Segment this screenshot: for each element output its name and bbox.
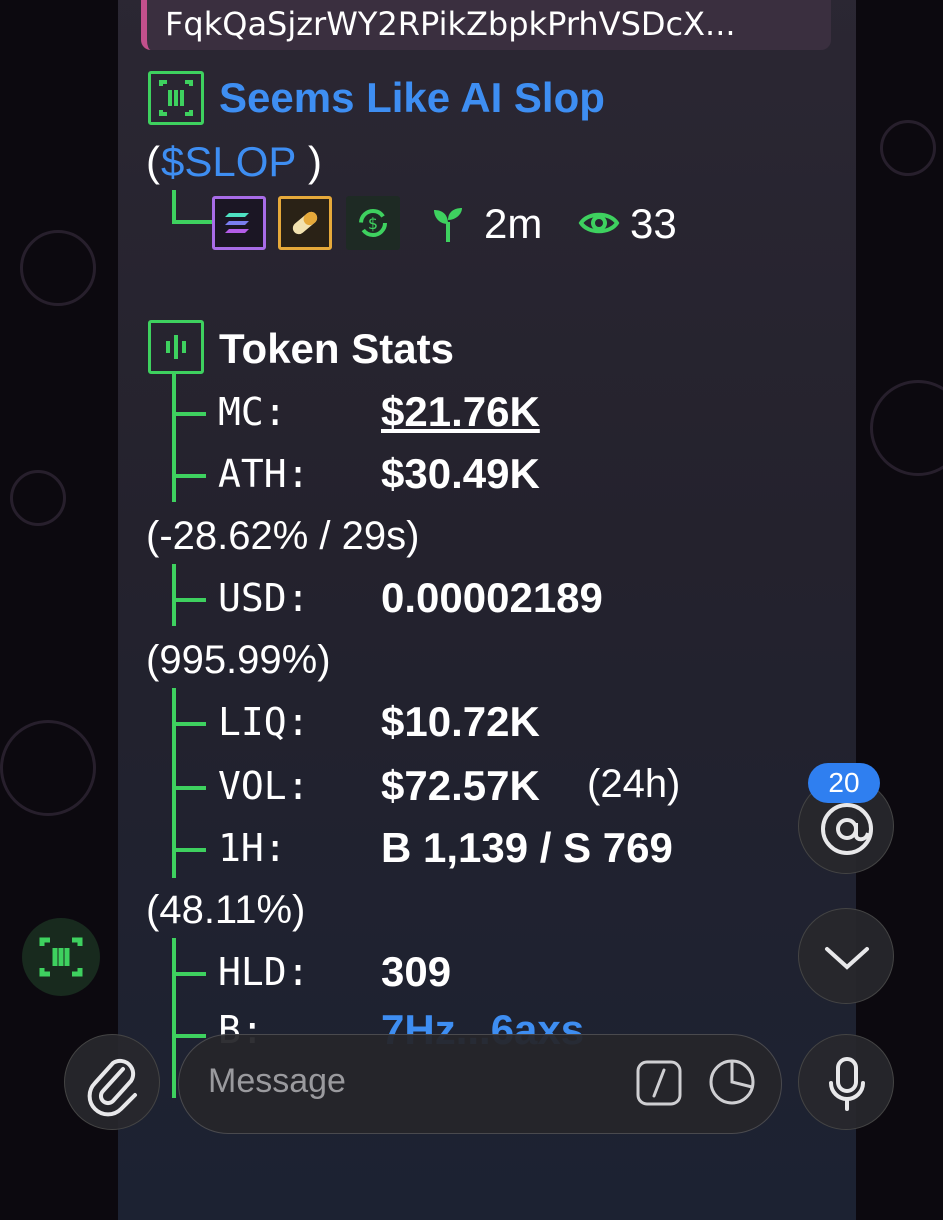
solana-icon[interactable] bbox=[212, 196, 266, 250]
ticker-open-paren: ( bbox=[146, 138, 160, 185]
mc-label: MC: bbox=[218, 390, 287, 434]
vol-label: VOL: bbox=[218, 764, 310, 808]
eye-icon bbox=[578, 206, 620, 244]
tree-branch bbox=[172, 474, 206, 478]
tree-trunk bbox=[172, 374, 176, 502]
tree-branch bbox=[172, 1034, 206, 1038]
hld-value: 309 bbox=[381, 948, 452, 995]
tree-branch bbox=[172, 412, 206, 416]
tree-trunk bbox=[172, 938, 176, 1098]
vol-period: (24h) bbox=[587, 762, 681, 806]
commands-icon[interactable] bbox=[634, 1058, 684, 1112]
bot-avatar[interactable] bbox=[22, 918, 100, 996]
view-count: 33 bbox=[630, 200, 677, 247]
tree-branch bbox=[172, 598, 206, 602]
tree-trunk bbox=[172, 564, 176, 626]
ticker-close-paren: ) bbox=[308, 138, 322, 185]
liq-label: LIQ: bbox=[218, 700, 310, 744]
svg-text:$: $ bbox=[368, 214, 378, 233]
bar-chart-icon bbox=[148, 320, 204, 374]
message-placeholder: Message bbox=[208, 1062, 346, 1100]
token-name-link[interactable]: Seems Like AI Slop bbox=[219, 74, 605, 122]
usd-label: USD: bbox=[218, 576, 310, 620]
ath-change: (-28.62% / 29s) bbox=[146, 514, 420, 558]
tree-connector bbox=[172, 190, 176, 224]
h1-change: (48.11%) bbox=[146, 888, 306, 932]
wallpaper-doodle bbox=[20, 230, 96, 306]
swap-icon[interactable]: $ bbox=[346, 196, 400, 250]
tree-branch bbox=[172, 786, 206, 790]
ath-value: $30.49K bbox=[381, 450, 540, 497]
liq-value: $10.72K bbox=[381, 698, 540, 745]
usd-value: 0.00002189 bbox=[381, 574, 603, 621]
vol-value: $72.57K bbox=[381, 762, 540, 809]
usd-change: (995.99%) bbox=[146, 638, 331, 682]
sticker-icon[interactable] bbox=[706, 1056, 758, 1112]
hld-label: HLD: bbox=[218, 950, 310, 994]
attach-button[interactable] bbox=[64, 1034, 160, 1130]
h1-label: 1H: bbox=[218, 826, 287, 870]
tree-branch bbox=[172, 972, 206, 976]
wallpaper-doodle bbox=[880, 120, 936, 176]
mention-count-badge: 20 bbox=[808, 763, 880, 803]
mc-value-link[interactable]: $21.76K bbox=[381, 388, 540, 436]
scanner-icon bbox=[148, 71, 204, 125]
pill-icon[interactable] bbox=[278, 196, 332, 250]
scroll-down-button[interactable] bbox=[798, 908, 894, 1004]
ath-label: ATH: bbox=[218, 452, 310, 496]
ticker-link[interactable]: $SLOP bbox=[161, 138, 296, 186]
microphone-button[interactable] bbox=[798, 1034, 894, 1130]
stats-title: Token Stats bbox=[219, 325, 454, 372]
wallpaper-doodle bbox=[0, 720, 96, 816]
wallpaper-doodle bbox=[10, 470, 66, 526]
tree-connector bbox=[172, 220, 212, 224]
h1-value: B 1,139 / S 769 bbox=[381, 824, 673, 871]
quoted-contract-address[interactable]: FqkQaSjzrWY2RPikZbpkPrhVSDcX... bbox=[141, 0, 831, 50]
seedling-icon bbox=[430, 204, 466, 248]
token-age: 2m bbox=[484, 200, 543, 247]
tree-branch bbox=[172, 722, 206, 726]
wallpaper-doodle bbox=[870, 380, 943, 476]
tree-branch bbox=[172, 848, 206, 852]
